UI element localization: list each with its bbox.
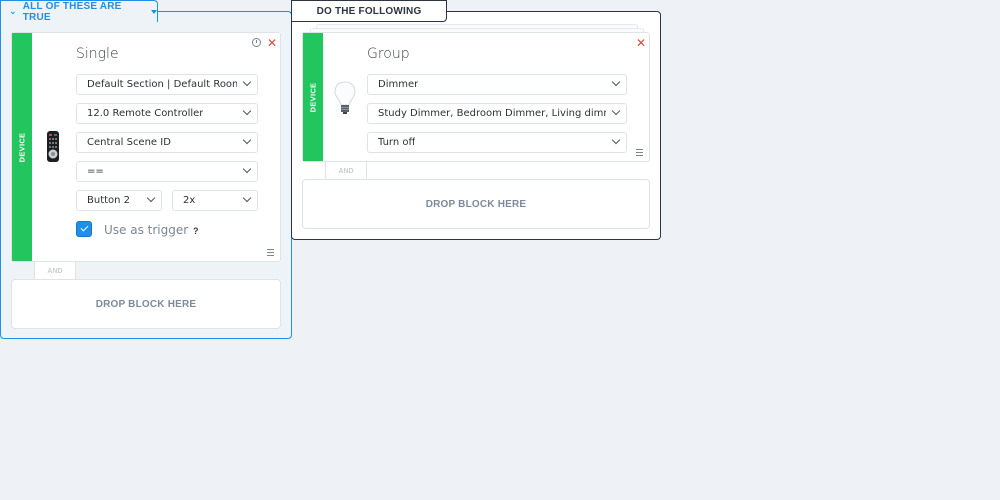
use-as-trigger-checkbox[interactable]	[76, 221, 92, 237]
clock-icon[interactable]	[252, 38, 261, 47]
chevron-down-icon	[611, 77, 621, 87]
drag-handle-icon[interactable]	[636, 149, 643, 158]
property-select[interactable]: Central Scene ID	[76, 132, 258, 153]
use-as-trigger-label: Use as trigger	[104, 223, 189, 237]
device-select[interactable]: 12.0 Remote Controller	[76, 103, 258, 124]
chevron-down-icon	[611, 135, 621, 145]
devices-select[interactable]: Study Dimmer, Bedroom Dimmer, Living dim…	[367, 103, 627, 124]
light-bulb-icon	[334, 81, 356, 114]
location-value: Default Section | Default Room	[87, 79, 237, 90]
drag-handle-icon[interactable]	[267, 249, 274, 258]
action-drop-zone[interactable]: DROP BLOCK HERE	[302, 179, 650, 229]
action-panel-tab: DO THE FOLLOWING	[291, 0, 447, 22]
condition-device-card: DEVICE Single ✕ Default Section | Defaul…	[11, 32, 281, 262]
device-type-label: DEVICE	[308, 82, 318, 112]
condition-mode-label: ALL OF THESE ARE TRUE	[22, 0, 122, 23]
property-value: Central Scene ID	[87, 137, 171, 148]
location-select[interactable]: Default Section | Default Room	[76, 74, 258, 95]
card-title: Single	[76, 46, 119, 62]
close-icon[interactable]: ✕	[267, 37, 277, 49]
chevron-down-icon	[242, 135, 252, 145]
help-icon[interactable]: ?	[193, 226, 199, 236]
chevron-down-icon	[242, 77, 252, 87]
chevron-down-icon	[242, 193, 252, 203]
device-value: 12.0 Remote Controller	[87, 108, 204, 119]
button-value: Button 2	[87, 195, 131, 206]
condition-mode-dropdown[interactable]: ⌄ ALL OF THESE ARE TRUE	[0, 0, 158, 23]
devices-value: Study Dimmer, Bedroom Dimmer, Living dim…	[378, 108, 606, 119]
operator-select[interactable]: ==	[76, 161, 258, 182]
press-count-value: 2x	[183, 195, 196, 206]
action-device-card: DEVICE Group ✕ Dimmer Study Dimmer, Bedr…	[302, 32, 650, 162]
action-select[interactable]: Turn off	[367, 132, 627, 153]
press-count-select[interactable]: 2x	[172, 190, 258, 211]
remote-control-icon	[47, 131, 59, 162]
device-type-value: Dimmer	[378, 79, 419, 90]
caret-down-icon	[151, 9, 157, 14]
device-type-label: DEVICE	[17, 132, 27, 162]
operator-value: ==	[87, 166, 104, 177]
device-type-strip: DEVICE	[12, 33, 32, 261]
chevron-down-icon	[242, 164, 252, 174]
device-type-strip: DEVICE	[303, 33, 323, 161]
chevron-down-icon	[242, 106, 252, 116]
chevron-down-icon	[611, 106, 621, 116]
action-value: Turn off	[378, 137, 416, 148]
device-type-select[interactable]: Dimmer	[367, 74, 627, 95]
button-select[interactable]: Button 2	[76, 190, 162, 211]
condition-drop-zone[interactable]: DROP BLOCK HERE	[11, 279, 281, 329]
chevron-down-icon	[146, 193, 156, 203]
card-title: Group	[367, 46, 410, 62]
close-icon[interactable]: ✕	[636, 37, 646, 49]
action-panel-label: DO THE FOLLOWING	[316, 5, 422, 17]
collapse-chevron-icon[interactable]: ⌄	[9, 6, 17, 17]
